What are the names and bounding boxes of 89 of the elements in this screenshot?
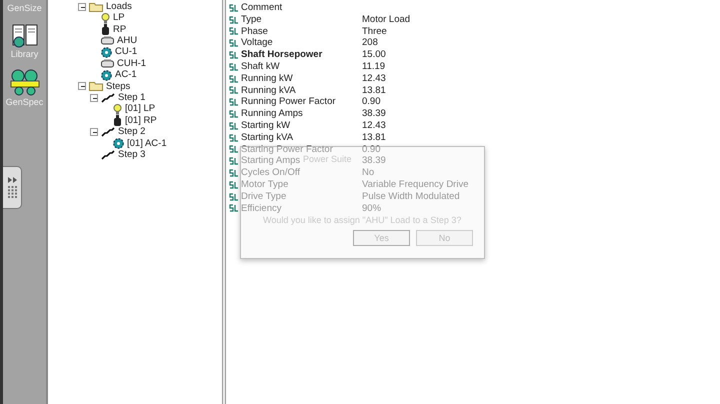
property-value: Motor Load: [362, 14, 410, 26]
property-name: Motor Type: [241, 179, 288, 191]
property-name: Efficiency: [241, 202, 282, 214]
tree-item[interactable]: [01] LP: [125, 103, 156, 116]
property-icon: [229, 134, 239, 142]
property-icon: [229, 16, 239, 24]
collapse-toggle[interactable]: [90, 94, 98, 102]
property-icon: [229, 4, 239, 12]
property-icon: [229, 169, 239, 178]
property-value: 12.43: [362, 72, 386, 85]
property-name: Shaft Horsepower: [241, 49, 322, 61]
gear-icon: [113, 138, 124, 149]
property-value: 13.81: [362, 84, 386, 96]
property-icon: [229, 204, 239, 212]
lightbulb-icon: [101, 12, 110, 24]
fan-unit-icon: [101, 36, 114, 46]
property-icon: [229, 98, 239, 106]
property-icon: [229, 180, 239, 189]
property-icon: [229, 27, 239, 36]
property-name: Starting Amps: [241, 155, 300, 168]
tree-item[interactable]: RP: [113, 24, 126, 36]
tree-item[interactable]: Loads: [106, 0, 132, 13]
property-value: 15.00: [362, 49, 386, 61]
property-value: 208: [362, 37, 378, 50]
property-value: 13.81: [362, 132, 386, 144]
property-value: Three: [362, 26, 387, 38]
gears-icon[interactable]: [8, 67, 40, 97]
property-icon: [229, 86, 239, 94]
tree-item[interactable]: AC-1: [115, 69, 137, 81]
property-icon: [229, 110, 239, 118]
tree-item[interactable]: Step 3: [118, 148, 146, 161]
property-name: Cycles On/Off: [241, 167, 300, 179]
property-name: Starting kVA: [241, 132, 294, 144]
property-value: No: [362, 167, 374, 179]
property-name: Starting Power Factor: [241, 144, 333, 156]
pump-icon: [113, 115, 122, 126]
tree-item[interactable]: [01] AC-1: [127, 138, 167, 150]
fan-unit-icon: [101, 59, 114, 68]
property-name: Running Power Factor: [241, 96, 336, 108]
property-value: 0.90: [362, 144, 380, 156]
property-value: Pulse Width Modulated: [362, 190, 460, 203]
property-name: Starting kW: [241, 120, 290, 132]
lightbulb-icon: [113, 104, 122, 115]
property-name: Shaft kW: [241, 61, 280, 73]
panel-handle[interactable]: [3, 166, 22, 209]
property-name: Type: [241, 14, 262, 26]
property-name: Running Amps: [241, 108, 303, 120]
collapse-toggle[interactable]: [78, 2, 86, 11]
property-name: Running kW: [241, 72, 293, 85]
gear-icon: [101, 46, 112, 58]
property-name: Voltage: [241, 37, 273, 50]
stairs-icon: [101, 92, 115, 103]
tree-item[interactable]: Steps: [106, 80, 130, 92]
stairs-icon: [101, 126, 115, 137]
tree-item[interactable]: [01] RP: [125, 114, 157, 126]
stairs-icon: [101, 150, 115, 160]
property-value: 0.90: [362, 96, 380, 108]
property-icon: [229, 192, 239, 201]
property-icon: [229, 122, 239, 130]
property-icon: [229, 74, 239, 83]
collapse-toggle[interactable]: [78, 82, 86, 90]
property-name: Drive Type: [241, 190, 286, 202]
pump-icon: [101, 24, 110, 35]
property-icon: [229, 51, 239, 60]
property-name: Phase: [241, 26, 268, 38]
property-name: Comment: [241, 2, 282, 14]
property-name: Running kVA: [241, 84, 296, 96]
property-value: 12.43: [362, 120, 386, 132]
tree-item[interactable]: AHU: [117, 35, 138, 47]
folder-icon: [89, 81, 103, 92]
tree-item[interactable]: Step 2: [118, 126, 146, 138]
tree-item[interactable]: Step 1: [118, 92, 146, 104]
property-value: Variable Frequency Drive: [362, 178, 468, 191]
tree-item[interactable]: LP: [113, 12, 125, 24]
property-icon: [229, 145, 239, 154]
tree-item[interactable]: CUH-1: [117, 58, 146, 70]
property-value: 38.39: [362, 155, 386, 168]
tree-item[interactable]: CU-1: [115, 46, 138, 58]
property-icon: [229, 39, 239, 48]
gear-icon: [101, 70, 112, 81]
property-value: 38.39: [362, 108, 386, 120]
double-arrow-icon: [8, 177, 16, 183]
folder-icon: [89, 2, 103, 12]
property-value: 11.19: [362, 60, 386, 73]
property-icon: [229, 157, 239, 166]
property-value: 90%: [362, 202, 382, 214]
collapse-toggle[interactable]: [90, 128, 98, 136]
grid-icon: [8, 186, 16, 198]
property-icon: [229, 62, 239, 71]
